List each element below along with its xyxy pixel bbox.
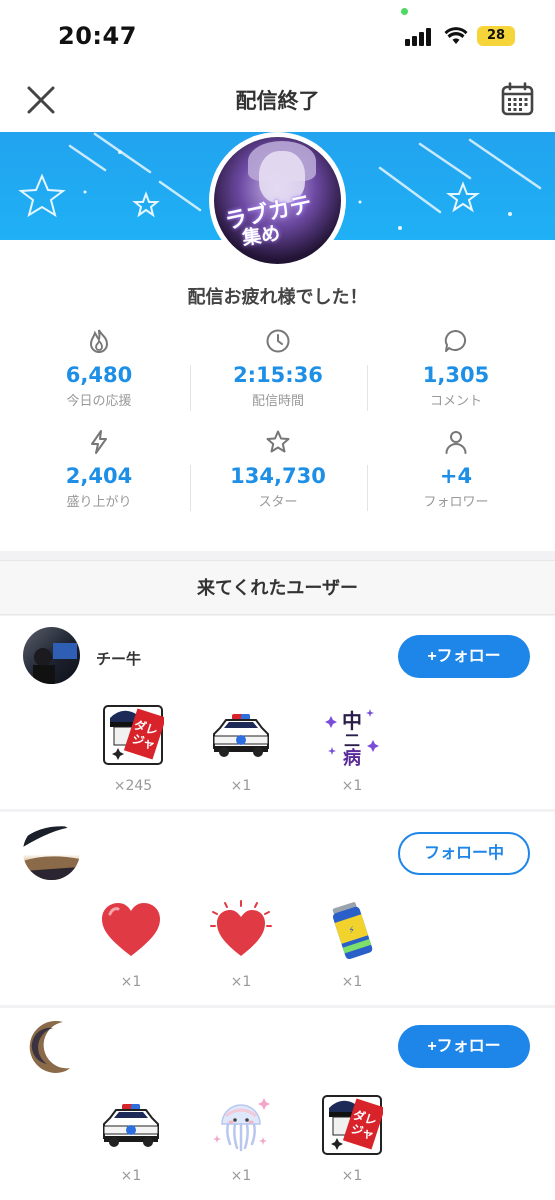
divider: [367, 365, 368, 411]
heart-gift-icon: [102, 903, 160, 956]
stat-label: 今日の応援: [66, 394, 132, 409]
divider: [190, 365, 191, 411]
lightning-icon: [91, 430, 107, 454]
nav-bar: 配信終了: [0, 75, 555, 132]
stat-followers: +4 フォロワー: [381, 429, 531, 510]
avatar-image: ラブカテ 集め: [214, 137, 341, 264]
svg-text:中: 中: [342, 709, 362, 733]
gift-count: ×1: [341, 1168, 363, 1184]
flame-icon: [89, 329, 109, 353]
gift-count: ×1: [341, 974, 363, 990]
gift-item: ×1: [196, 1094, 286, 1184]
energy-drink-gift-icon: ⚡: [332, 902, 373, 960]
status-time: 20:47: [58, 22, 137, 50]
police-car-gift-icon: [213, 714, 269, 757]
stat-value: +4: [439, 464, 473, 488]
user-card: チー牛 +フォロー ダレ ジャ ×245 ×1 中 二 病 ×1: [0, 616, 555, 809]
battery-indicator: 28: [477, 26, 515, 46]
signal-icon: [405, 28, 435, 46]
gift-count: ×1: [230, 974, 252, 990]
user-avatar[interactable]: [23, 1018, 80, 1075]
following-button[interactable]: フォロー中: [398, 832, 530, 875]
user-card: フォロー中 ×1 ×1 ⚡ ×1: [0, 812, 555, 1005]
gift-item: ⚡ ×1: [307, 900, 397, 990]
stat-stars: 134,730 スター: [203, 429, 353, 510]
user-name: チー牛: [96, 650, 142, 668]
svg-text:病: 病: [343, 747, 361, 766]
gift-count: ×245: [113, 778, 153, 794]
stat-cheers: 6,480 今日の応援: [24, 328, 174, 409]
gift-item: ダレ ジャ ×1: [307, 1094, 397, 1184]
divider: [367, 465, 368, 511]
police-daresha-gift-icon: ダレ ジャ: [103, 705, 164, 765]
user-card: +フォロー ×1 ×1 ダレ ジャ ×1: [0, 1008, 555, 1200]
clock-icon: [266, 329, 290, 353]
section-title: 来てくれたユーザー: [196, 578, 359, 599]
calendar-icon[interactable]: [501, 82, 534, 116]
recording-indicator: [401, 8, 408, 15]
stats-card: 配信お疲れ様でした！ 6,480 今日の応援 2:15:36 配信時間 1,30…: [0, 240, 555, 551]
sparkle-heart-gift-icon: [210, 900, 272, 956]
stat-value: 1,305: [422, 363, 490, 387]
section-header: 来てくれたユーザー: [0, 560, 555, 615]
jellyfish-gift-icon: [213, 1098, 270, 1152]
police-daresha-gift-icon: ダレ ジャ: [322, 1095, 383, 1155]
user-avatar[interactable]: [23, 823, 80, 880]
gift-item: ×1: [86, 1094, 176, 1184]
avatar-logo-text: 集め: [240, 222, 282, 250]
stat-comments: 1,305 コメント: [381, 328, 531, 409]
gift-count: ×1: [120, 974, 142, 990]
gift-item: 中 二 病 ×1: [307, 704, 397, 794]
gift-count: ×1: [120, 1168, 142, 1184]
page-title: 配信終了: [235, 89, 320, 113]
stat-label: 盛り上がり: [66, 495, 132, 510]
stat-excitement: 2,404 盛り上がり: [24, 429, 174, 510]
comment-icon: [444, 329, 467, 352]
gift-item: ×1: [196, 900, 286, 990]
police-car-gift-icon: [103, 1104, 159, 1147]
streamer-avatar[interactable]: ラブカテ 集め: [209, 132, 346, 269]
status-bar: 20:47 28: [0, 0, 555, 75]
gift-count: ×1: [230, 778, 252, 794]
stat-duration: 2:15:36 配信時間: [203, 328, 353, 409]
stat-label: フォロワー: [423, 495, 489, 510]
stat-label: 配信時間: [251, 394, 304, 409]
chuunibyou-gift-icon: 中 二 病: [325, 709, 379, 766]
gift-count: ×1: [230, 1168, 252, 1184]
follow-button[interactable]: +フォロー: [398, 1025, 530, 1068]
gift-count: ×1: [341, 778, 363, 794]
stat-value: 134,730: [230, 464, 326, 488]
stat-label: コメント: [429, 394, 482, 409]
user-avatar[interactable]: [23, 627, 80, 684]
stat-value: 2:15:36: [233, 363, 323, 387]
stat-value: 6,480: [65, 363, 133, 387]
person-icon: [445, 431, 467, 454]
thanks-message: 配信お疲れ様でした！: [187, 287, 368, 308]
star-icon: [266, 430, 290, 453]
stat-label: スター: [258, 495, 298, 510]
divider: [190, 465, 191, 511]
gift-item: ダレ ジャ ×245: [88, 704, 178, 794]
gift-item: ×1: [86, 900, 176, 990]
gift-item: ×1: [196, 704, 286, 794]
follow-button[interactable]: +フォロー: [398, 635, 530, 678]
stat-value: 2,404: [65, 464, 133, 488]
wifi-icon: [444, 27, 468, 44]
